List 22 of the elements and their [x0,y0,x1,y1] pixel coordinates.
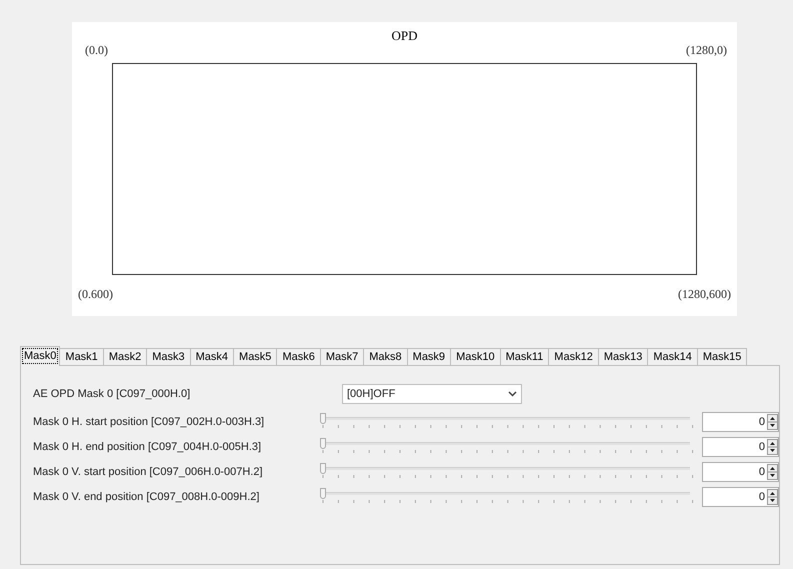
number-spinbox[interactable]: 0 [702,462,779,482]
tab[interactable]: Mask15 [696,348,748,366]
coordinate-label: (0.0) [85,42,108,59]
number-spinbox[interactable]: 0 [702,412,779,432]
coordinate-label: (0.600) [78,286,113,303]
slider-thumb[interactable] [320,488,326,499]
setting-label: AE OPD Mask 0 [C097_000H.0] [33,386,192,402]
slider-thumb[interactable] [320,438,326,449]
chevron-down-icon [508,391,517,397]
slider-thumb[interactable] [320,463,326,474]
slider-thumb[interactable] [320,413,326,424]
setting-label: Mask 0 V. end position [C097_008H.0-009H.2] [33,490,260,505]
number-spinbox[interactable]: 0 [702,437,779,457]
tab[interactable]: Mask0 [20,346,60,366]
setting-label: Mask 0 V. start position [C097_006H.0-007H.2] [33,464,264,480]
coordinate-label: (1280,600) [678,286,731,303]
canvas-title: OPD [390,27,418,45]
setting-label: Mask 0 H. end position [C097_004H.0-005H.3] [33,440,262,455]
dropdown[interactable]: [00H]OFF [342,384,522,404]
setting-label: Mask 0 H. start position [C097_002H.0-003H.3] [33,414,266,430]
coordinate-label: (1280,0) [686,42,727,59]
number-spinbox[interactable]: 0 [702,487,779,507]
